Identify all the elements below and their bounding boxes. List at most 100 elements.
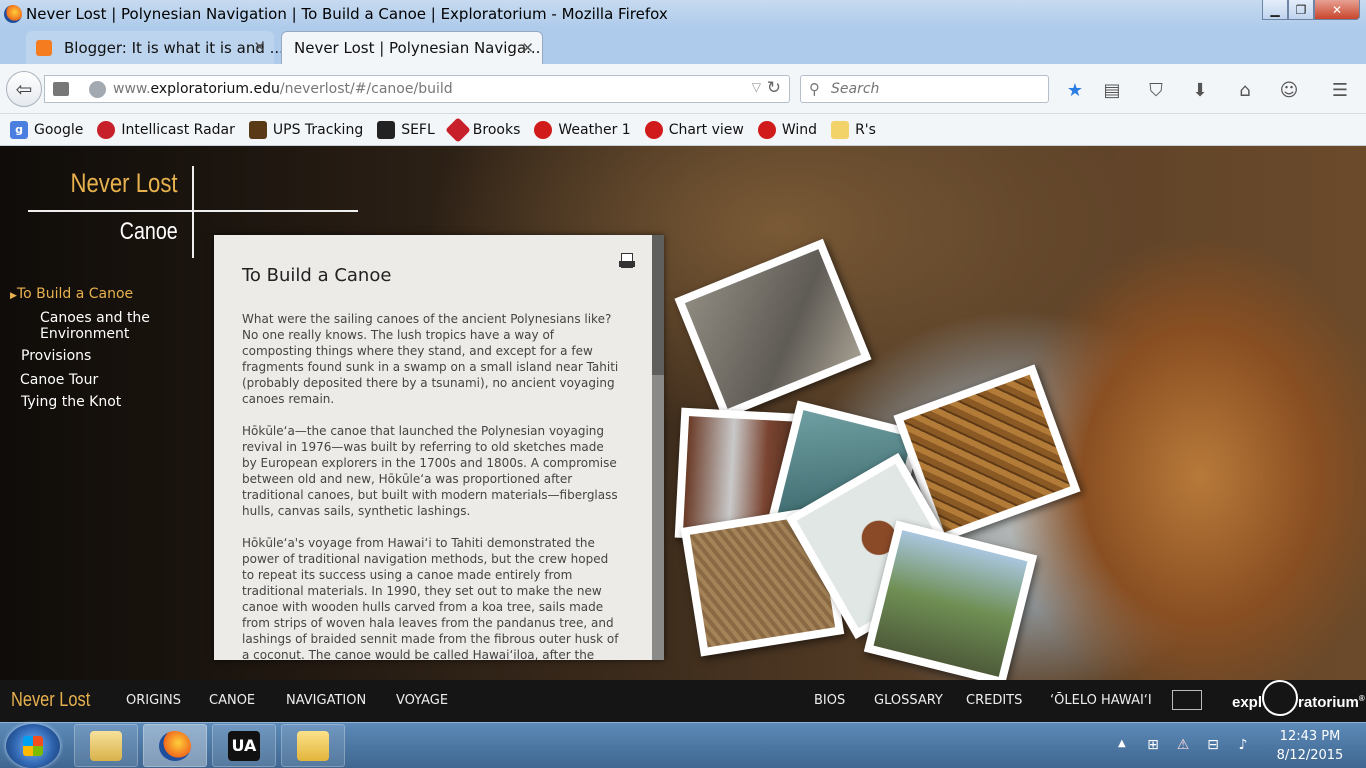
reading-list-icon[interactable]: ▤ (1101, 79, 1123, 101)
bookmark-wind[interactable]: Wind (757, 120, 817, 139)
article-paragraph: Hōkūle‘a—the canoe that launched the Pol… (242, 424, 618, 518)
home-icon[interactable]: ⌂ (1234, 79, 1256, 101)
close-window-button[interactable]: ✕ (1314, 0, 1360, 20)
chat-icon[interactable]: ☺ (1278, 79, 1300, 101)
reload-icon[interactable]: ↻ (767, 78, 781, 98)
bookmark-sefl[interactable]: SEFL (377, 120, 435, 139)
bookmark-label: Google (34, 121, 84, 138)
outlook-icon (297, 730, 329, 761)
bookmark-label: Intellicast Radar (121, 121, 235, 138)
brand-divider-vertical (192, 166, 194, 258)
show-hidden-icons-icon[interactable]: ▲ (1118, 738, 1126, 749)
bookmark-label: SEFL (401, 121, 435, 138)
photo-petroglyph[interactable] (674, 238, 872, 420)
tab-blogger[interactable]: Blogger: It is what it is and ... ✕ (26, 31, 284, 64)
bookmark-label: Brooks (472, 121, 521, 138)
sidenav-tying-the-knot[interactable]: Tying the Knot (21, 394, 121, 410)
sidenav-canoe-tour[interactable]: Canoe Tour (20, 372, 98, 388)
article-title: To Build a Canoe (242, 265, 392, 286)
close-tab-icon[interactable]: ✕ (253, 38, 266, 56)
sidenav-to-build-a-canoe[interactable]: ▶To Build a Canoe (10, 286, 133, 304)
windows-flag-tray-icon[interactable]: ⊞ (1144, 737, 1162, 753)
sidenav-canoes-and-the-environment[interactable]: Canoes and the Environment (10, 310, 180, 342)
window-title: Never Lost | Polynesian Navigation | To … (26, 5, 668, 23)
history-dropdown-icon[interactable]: ▽ (752, 80, 761, 94)
sefl-icon (377, 120, 396, 139)
print-icon[interactable] (619, 253, 635, 268)
tab-label: Blogger: It is what it is and ... (64, 38, 284, 57)
tab-groups-icon[interactable] (53, 82, 69, 96)
bookmark-chart-view[interactable]: Chart view (644, 120, 744, 139)
sidenav-provisions[interactable]: Provisions (21, 348, 91, 364)
bookmark-brooks[interactable]: Brooks (445, 116, 521, 143)
start-button[interactable] (6, 724, 60, 768)
tab-never-lost[interactable]: Never Lost | Polynesian Naviga... ✕ (281, 31, 543, 64)
power-icon[interactable]: ⊟ (1204, 737, 1222, 753)
tab-label: Never Lost | Polynesian Naviga... (294, 39, 541, 57)
nav-credits[interactable]: CREDITS (966, 693, 1022, 708)
site-title[interactable]: Never Lost (71, 168, 178, 199)
brooks-icon (445, 116, 471, 143)
site-bottom-nav: Never Lost ORIGINS CANOE NAVIGATION VOYA… (0, 680, 1366, 722)
exploratorium-logo[interactable]: expl ratorium® (1232, 680, 1365, 716)
bookmark-ups-tracking[interactable]: UPS Tracking (248, 120, 363, 139)
nav-glossary[interactable]: GLOSSARY (874, 693, 943, 708)
fullscreen-icon[interactable] (1172, 690, 1202, 710)
taskbar-outlook[interactable] (281, 724, 345, 767)
nav-navigation[interactable]: NAVIGATION (286, 693, 366, 708)
nav-olelo-hawaii[interactable]: ‘ŌLELO HAWAI‘I (1050, 693, 1152, 708)
back-arrow-icon: ⇦ (15, 77, 33, 101)
nav-origins[interactable]: ORIGINS (126, 693, 181, 708)
nav-voyage[interactable]: VOYAGE (396, 693, 448, 708)
footer-brand[interactable]: Never Lost (11, 689, 90, 712)
bookmark-google[interactable]: g Google (10, 120, 84, 139)
url-domain: exploratorium.edu (150, 81, 280, 97)
system-clock[interactable]: 12:43 PM 8/12/2015 (1270, 727, 1350, 765)
section-title: Canoe (119, 218, 178, 245)
article-scrollbar-thumb[interactable] (652, 235, 664, 375)
close-tab-icon[interactable]: ✕ (521, 39, 534, 57)
minimize-button[interactable]: ▁ (1262, 0, 1288, 20)
nav-bios[interactable]: BIOS (814, 693, 845, 708)
bookmarks-toolbar: g Google Intellicast Radar UPS Tracking S… (0, 114, 1366, 146)
web-page: Never Lost Canoe ▶To Build a Canoe Canoe… (0, 146, 1366, 722)
url-text[interactable]: www.exploratorium.edu/neverlost/#/canoe/… (113, 81, 453, 97)
taskbar-ua-app[interactable]: UA (212, 724, 276, 767)
tab-bar: Blogger: It is what it is and ... ✕ Neve… (0, 28, 1366, 87)
network-icon[interactable]: ⚠ (1174, 737, 1192, 753)
windows-taskbar: UA ▲ ⊞ ⚠ ⊟ ♪ 12:43 PM 8/12/2015 (0, 722, 1366, 768)
wind-icon (757, 120, 776, 139)
url-bar[interactable]: www.exploratorium.edu/neverlost/#/canoe/… (44, 75, 790, 103)
window-titlebar: Never Lost | Polynesian Navigation | To … (0, 0, 1366, 28)
volume-icon[interactable]: ♪ (1234, 737, 1252, 753)
menu-icon[interactable]: ☰ (1329, 79, 1351, 101)
explorer-icon (90, 730, 122, 761)
nav-canoe[interactable]: CANOE (209, 693, 255, 708)
bookmark-star-icon[interactable]: ★ (1064, 79, 1086, 101)
taskbar-firefox[interactable] (143, 724, 207, 767)
bookmark-weather-1[interactable]: Weather 1 (534, 120, 631, 139)
download-icon[interactable]: ⬇ (1189, 79, 1211, 101)
bookmark-intellicast-radar[interactable]: Intellicast Radar (97, 120, 235, 139)
maximize-button[interactable]: ❐ (1288, 0, 1314, 20)
bookmark-folder-rs[interactable]: R's (831, 120, 876, 139)
bookmark-label: Chart view (668, 121, 744, 138)
pocket-icon[interactable]: ⛉ (1145, 79, 1167, 101)
article-paragraph: What were the sailing canoes of the anci… (242, 312, 619, 406)
logo-circle-icon (1262, 680, 1299, 716)
photo-image (873, 530, 1028, 677)
blogger-icon (36, 39, 52, 56)
site-identity-icon[interactable] (89, 81, 106, 98)
window-controls: ▁ ❐ ✕ (1262, 0, 1360, 20)
article-body: To Build a Canoe What were the sailing c… (242, 265, 620, 660)
taskbar-explorer[interactable] (74, 724, 138, 767)
search-input[interactable] (831, 81, 1031, 97)
url-prefix: www. (113, 81, 151, 97)
navigation-toolbar: ⇦ www.exploratorium.edu/neverlost/#/cano… (0, 64, 1366, 114)
google-icon: g (10, 120, 28, 139)
article-paragraph: Hōkūle‘a's voyage from Hawai‘i to Tahiti… (242, 536, 619, 660)
search-box[interactable]: ⚲ (800, 75, 1049, 103)
back-button[interactable]: ⇦ (6, 71, 42, 107)
clock-date: 8/12/2015 (1276, 748, 1344, 763)
photo-koa-tree[interactable] (863, 520, 1038, 687)
